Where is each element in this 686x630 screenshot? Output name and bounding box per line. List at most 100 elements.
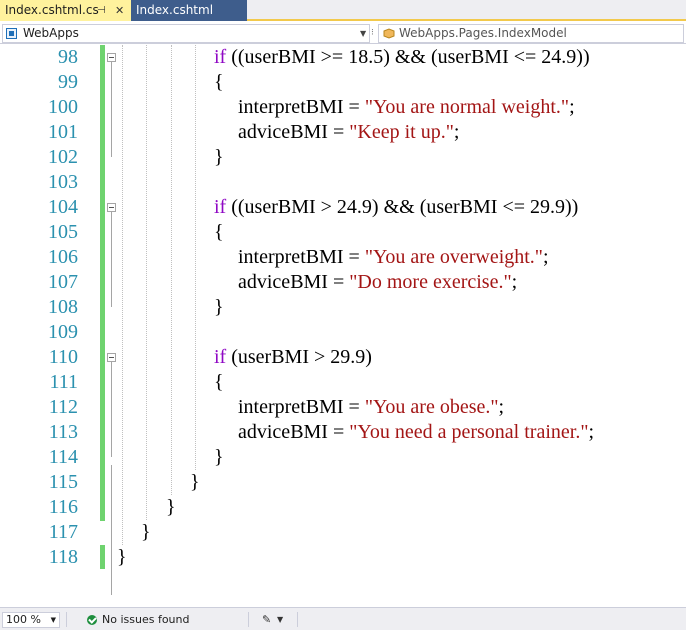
code-token: }	[214, 296, 224, 318]
line-number: 107	[48, 271, 78, 293]
code-token: }	[190, 471, 200, 493]
indent-guide	[122, 45, 123, 545]
code-editor[interactable]: 98 if ((userBMI >= 18.5) && (userBMI <= 2…	[0, 45, 686, 607]
code-line[interactable]: 117}	[0, 520, 686, 545]
document-tab-strip: Index.cshtml.cs ⊣ ✕ Index.cshtml	[0, 0, 686, 21]
code-text: {	[214, 220, 224, 245]
code-token: {	[214, 221, 224, 243]
line-number: 113	[48, 421, 78, 443]
tab-label: Index.cshtml.cs	[5, 3, 99, 17]
collapse-icon[interactable]	[107, 353, 116, 362]
code-token: {	[214, 71, 224, 93]
status-separator	[248, 612, 249, 627]
code-token: ;	[542, 246, 549, 268]
code-token: adviceBMI =	[238, 121, 350, 143]
code-text: interpretBMI = "You are obese.";	[238, 395, 504, 420]
outline-line	[111, 212, 112, 307]
code-line[interactable]: 111 {	[0, 370, 686, 395]
code-text: }	[214, 145, 224, 170]
code-line[interactable]: 110 if (userBMI > 29.9)	[0, 345, 686, 370]
check-circle-icon[interactable]	[87, 615, 97, 625]
class-icon	[383, 28, 395, 39]
line-number: 105	[48, 221, 78, 243]
code-token: ;	[453, 121, 460, 143]
code-line[interactable]: 114}	[0, 445, 686, 470]
keyword-token: if	[214, 196, 227, 218]
code-line[interactable]: 107 adviceBMI = "Do more exercise.";	[0, 270, 686, 295]
string-token: "You need a personal trainer."	[349, 421, 589, 443]
code-text: }	[166, 495, 176, 520]
line-number: 111	[49, 371, 78, 393]
project-dropdown[interactable]: WebApps ▼	[2, 24, 370, 43]
code-line[interactable]: 99 {	[0, 70, 686, 95]
class-name: WebApps.Pages.IndexModel	[399, 26, 567, 40]
line-number: 118	[48, 546, 78, 568]
code-token: ;	[569, 96, 575, 118]
close-icon[interactable]: ✕	[115, 0, 124, 21]
line-number: 109	[48, 321, 78, 343]
code-line[interactable]: 103	[0, 170, 686, 195]
code-text: adviceBMI = "Do more exercise.";	[238, 270, 517, 295]
zoom-dropdown[interactable]: 100 % ▼	[2, 612, 60, 628]
line-number: 98	[58, 46, 78, 68]
code-line[interactable]: 108}	[0, 295, 686, 320]
collapse-icon[interactable]	[107, 203, 116, 212]
status-bar: 100 % ▼ No issues found ✎ ▼	[0, 607, 686, 630]
code-token: }	[117, 546, 127, 568]
code-line[interactable]: 98 if ((userBMI >= 18.5) && (userBMI <= 2…	[0, 45, 686, 70]
string-token: "You are obese."	[364, 396, 499, 418]
code-token: ((userBMI >= 18.5) && (userBMI <= 24.9))	[226, 46, 590, 68]
line-number: 108	[48, 296, 78, 318]
code-text: if ((userBMI > 24.9) && (userBMI <= 29.9…	[214, 195, 578, 220]
code-token: interpretBMI =	[238, 96, 365, 118]
code-token: interpretBMI =	[238, 396, 365, 418]
indent-guide	[146, 45, 147, 520]
collapse-icon[interactable]	[107, 53, 116, 62]
line-number: 100	[48, 96, 78, 118]
code-line[interactable]: 106 interpretBMI = "You are overweight.";	[0, 245, 686, 270]
code-line[interactable]: 109	[0, 320, 686, 345]
code-token: interpretBMI =	[238, 246, 365, 268]
line-number: 114	[48, 446, 78, 468]
issues-status[interactable]: No issues found	[102, 612, 189, 628]
tab-index-cshtml-cs[interactable]: Index.cshtml.cs ⊣ ✕	[0, 0, 131, 21]
pin-icon[interactable]: ⊣	[97, 0, 106, 21]
string-token: "Do more exercise."	[349, 271, 512, 293]
chevron-down-icon[interactable]: ▼	[51, 613, 56, 627]
line-number: 116	[48, 496, 78, 518]
chevron-down-icon[interactable]: ▼	[277, 612, 283, 628]
code-line[interactable]: 118}	[0, 545, 686, 570]
code-line[interactable]: 112 interpretBMI = "You are obese.";	[0, 395, 686, 420]
code-token: }	[166, 496, 176, 518]
code-line[interactable]: 105 {	[0, 220, 686, 245]
code-line[interactable]: 101 adviceBMI = "Keep it up.";	[0, 120, 686, 145]
class-dropdown[interactable]: WebApps.Pages.IndexModel	[378, 24, 684, 43]
tab-index-cshtml[interactable]: Index.cshtml	[131, 0, 247, 21]
code-text: }	[214, 445, 224, 470]
code-line[interactable]: 104 if ((userBMI > 24.9) && (userBMI <= 2…	[0, 195, 686, 220]
code-line[interactable]: 100 interpretBMI = "You are normal weight…	[0, 95, 686, 120]
code-line[interactable]: 116}	[0, 495, 686, 520]
code-token: (userBMI > 29.9)	[226, 346, 372, 368]
string-token: "You are normal weight."	[364, 96, 570, 118]
code-text: }	[214, 295, 224, 320]
line-number: 101	[48, 121, 78, 143]
code-token: {	[214, 371, 224, 393]
line-number: 103	[48, 171, 78, 193]
code-line[interactable]: 113 adviceBMI = "You need a personal trai…	[0, 420, 686, 445]
project-icon	[6, 28, 17, 39]
status-separator	[297, 612, 298, 627]
line-number: 106	[48, 246, 78, 268]
project-name: WebApps	[23, 26, 79, 40]
code-token: }	[214, 146, 224, 168]
code-line[interactable]: 102}	[0, 145, 686, 170]
line-number: 115	[48, 471, 78, 493]
outline-line	[111, 62, 112, 157]
splitter-icon[interactable]: ⁝	[371, 28, 374, 38]
code-line[interactable]: 115}	[0, 470, 686, 495]
keyword-token: if	[214, 346, 227, 368]
brush-icon[interactable]: ✎	[262, 612, 271, 628]
chevron-down-icon[interactable]: ▼	[360, 25, 366, 42]
code-text: if (userBMI > 29.9)	[214, 345, 372, 370]
code-token: adviceBMI =	[238, 271, 350, 293]
